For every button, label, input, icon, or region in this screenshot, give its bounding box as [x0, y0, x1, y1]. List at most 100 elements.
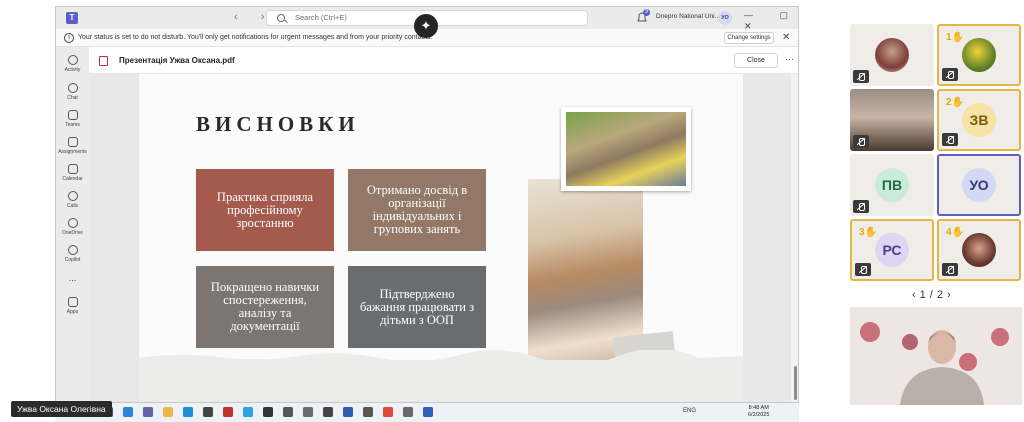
participant-tile[interactable]: 1✋ [937, 24, 1021, 86]
assignments-icon [67, 137, 78, 147]
app-rail: Activity Chat Teams Assignments Calendar… [56, 47, 89, 402]
rail-label: Calendar [62, 176, 83, 182]
conclusion-card: Покращено навички спостереження, аналізу… [196, 266, 334, 348]
rail-label: Copilot [64, 257, 81, 263]
browser-icon[interactable] [183, 407, 193, 417]
app-icon[interactable] [323, 407, 333, 417]
slide-title: ВИСНОВКИ [196, 112, 360, 136]
dnd-message: Your status is set to do not disturb. Yo… [78, 34, 433, 41]
conclusion-card: Підтверджено бажання працювати з дітьми … [348, 266, 486, 348]
participant-video-tile[interactable] [850, 89, 934, 151]
edge-icon[interactable] [123, 407, 133, 417]
rail-label: Apps [66, 309, 79, 315]
close-file-button[interactable]: Close [734, 53, 778, 68]
file-header: Презентація Ужва Оксана.pdf Close ··· [89, 47, 798, 74]
chrome-icon[interactable] [383, 407, 393, 417]
mic-off-icon [853, 200, 869, 213]
participant-tile[interactable]: ПВ [850, 154, 934, 216]
app-icon[interactable] [263, 407, 273, 417]
classroom-photo-small [561, 107, 691, 191]
telegram-icon[interactable] [243, 407, 253, 417]
calendar-icon [67, 164, 78, 174]
participant-tile[interactable]: 4✋ [937, 219, 1021, 281]
search-placeholder: Search (Ctrl+E) [295, 13, 347, 22]
screen: T ‹ › Search (Ctrl+E) 9 Dnepro National … [0, 0, 1024, 422]
torn-paper-decoration [139, 350, 743, 402]
rail-activity[interactable]: Activity [56, 55, 89, 73]
rail-teams[interactable]: Teams [56, 110, 89, 128]
page-indicator: 1/2 [919, 289, 947, 301]
rail-copilot[interactable]: Copilot [56, 245, 89, 263]
rail-chat[interactable]: Chat [56, 83, 89, 101]
hand-order: 3 [859, 227, 865, 238]
mic-off-icon [942, 133, 958, 146]
app-icon[interactable] [363, 407, 373, 417]
participant-tile[interactable]: 2✋ ЗВ [937, 89, 1021, 151]
clock-time: 8:48 AM [748, 405, 769, 411]
close-icon[interactable]: ✕ [782, 32, 790, 43]
vertical-scrollbar[interactable] [791, 74, 798, 402]
pdf-viewer[interactable]: ВИСНОВКИ Практика сприяла професійному з… [89, 74, 798, 402]
participant-initials: ПВ [875, 168, 909, 202]
rail-label: Activity [64, 67, 81, 73]
conclusion-card: Практика сприяла професійному зростанню [196, 169, 334, 251]
participant-pager[interactable]: ‹1/2› [912, 289, 955, 301]
speaker-video-frame [850, 307, 1022, 405]
info-icon: i [64, 33, 74, 43]
hand-order: 4 [946, 227, 952, 238]
notifications-icon[interactable]: 9 [636, 9, 650, 23]
bell-icon [67, 55, 78, 65]
participant-tile[interactable] [850, 24, 934, 86]
photo-image [566, 112, 686, 186]
store-icon[interactable] [203, 407, 213, 417]
main-content: Презентація Ужва Оксана.pdf Close ··· ВИ… [89, 47, 798, 402]
opera-icon[interactable] [223, 407, 233, 417]
rail-more[interactable]: ... [56, 273, 89, 283]
chevron-right-icon[interactable]: › [947, 289, 955, 301]
participant-initials: РС [875, 233, 909, 267]
user-avatar[interactable]: УО [718, 11, 732, 25]
rail-onedrive[interactable]: OneDrive [56, 218, 89, 236]
app-icon[interactable] [423, 407, 433, 417]
word-icon[interactable] [343, 407, 353, 417]
participant-tile-self[interactable]: УО [937, 154, 1021, 216]
rail-label: Calls [66, 203, 79, 209]
app-icon[interactable] [403, 407, 413, 417]
rail-calls[interactable]: Calls [56, 191, 89, 209]
participant-tile[interactable]: 3✋ РС [850, 219, 934, 281]
folder-icon[interactable] [163, 407, 173, 417]
sparkle-icon[interactable]: ✦ [414, 14, 438, 38]
participant-initials: УО [962, 168, 996, 202]
raised-hand-icon: 4✋ [946, 227, 965, 238]
teams-taskbar-icon[interactable] [143, 407, 153, 417]
taskbar-clock[interactable]: 8:48 AM 6/2/2025 [748, 405, 769, 419]
scroll-thumb[interactable] [794, 366, 797, 400]
rail-apps[interactable]: Apps [56, 297, 89, 315]
raised-hand-icon: 1✋ [946, 32, 965, 43]
rail-calendar[interactable]: Calendar [56, 164, 89, 182]
chevron-left-icon[interactable]: ‹ [912, 289, 920, 301]
chat-icon [67, 83, 78, 93]
slide: ВИСНОВКИ Практика сприяла професійному з… [139, 74, 743, 402]
search-icon [277, 14, 285, 22]
speaker-video[interactable] [850, 307, 1022, 405]
hand-order: 1 [946, 32, 952, 43]
classroom-photo-large [528, 179, 677, 378]
app-icon[interactable] [303, 407, 313, 417]
phone-icon [67, 191, 78, 201]
notification-badge: 9 [643, 9, 650, 16]
raised-hand-icon: 3✋ [859, 227, 878, 238]
pdf-file-icon [99, 56, 108, 66]
system-tray-lang[interactable]: ENG [683, 408, 696, 414]
hand-order: 2 [946, 97, 952, 108]
app-icon[interactable] [283, 407, 293, 417]
raised-hand-icon: 2✋ [946, 97, 965, 108]
rail-label: Teams [65, 122, 80, 128]
teams-logo-icon[interactable]: T [66, 12, 78, 24]
more-options-icon[interactable]: ··· [785, 54, 794, 64]
conclusion-card: Отримано досвід в організації індивідуал… [348, 169, 486, 251]
org-name[interactable]: Dnepro National Uni... [656, 13, 720, 20]
rail-assignments[interactable]: Assignments [56, 137, 89, 155]
change-settings-button[interactable]: Change settings [724, 32, 774, 44]
rail-label: Assignments [58, 149, 87, 155]
